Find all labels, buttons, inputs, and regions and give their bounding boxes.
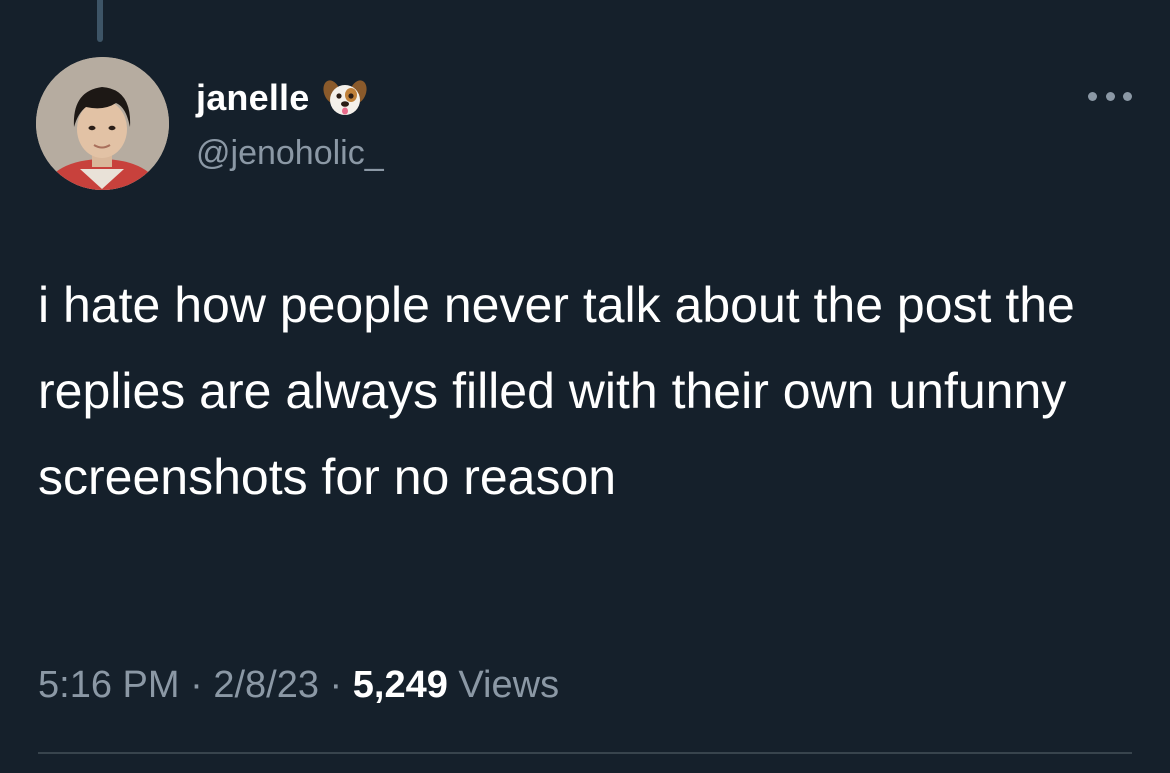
- views-label: Views: [447, 664, 560, 706]
- author-display-name[interactable]: janelle: [196, 77, 309, 119]
- views-count[interactable]: 5,249: [353, 664, 448, 706]
- tweet-time[interactable]: 5:16 PM: [38, 664, 180, 706]
- more-options-button[interactable]: [1088, 82, 1132, 110]
- avatar[interactable]: [36, 57, 169, 190]
- tweet-metadata: 5:16 PM · 2/8/23 · 5,249 Views: [38, 664, 559, 707]
- tweet-date[interactable]: 2/8/23: [213, 664, 319, 706]
- meta-separator: ·: [179, 664, 214, 706]
- more-horizontal-icon-dot: [1123, 91, 1132, 101]
- divider: [38, 752, 1132, 754]
- avatar-image: [36, 57, 169, 190]
- thread-connector-line: [97, 0, 103, 42]
- meta-separator: ·: [318, 664, 353, 706]
- dog-face-icon: [323, 80, 368, 115]
- tweet-text: i hate how people never talk about the p…: [38, 277, 1075, 505]
- more-horizontal-icon: [1088, 91, 1097, 101]
- more-horizontal-icon-dot: [1105, 91, 1115, 101]
- author-handle[interactable]: @jenoholic_: [196, 134, 384, 173]
- author-name-row: janelle: [196, 76, 368, 120]
